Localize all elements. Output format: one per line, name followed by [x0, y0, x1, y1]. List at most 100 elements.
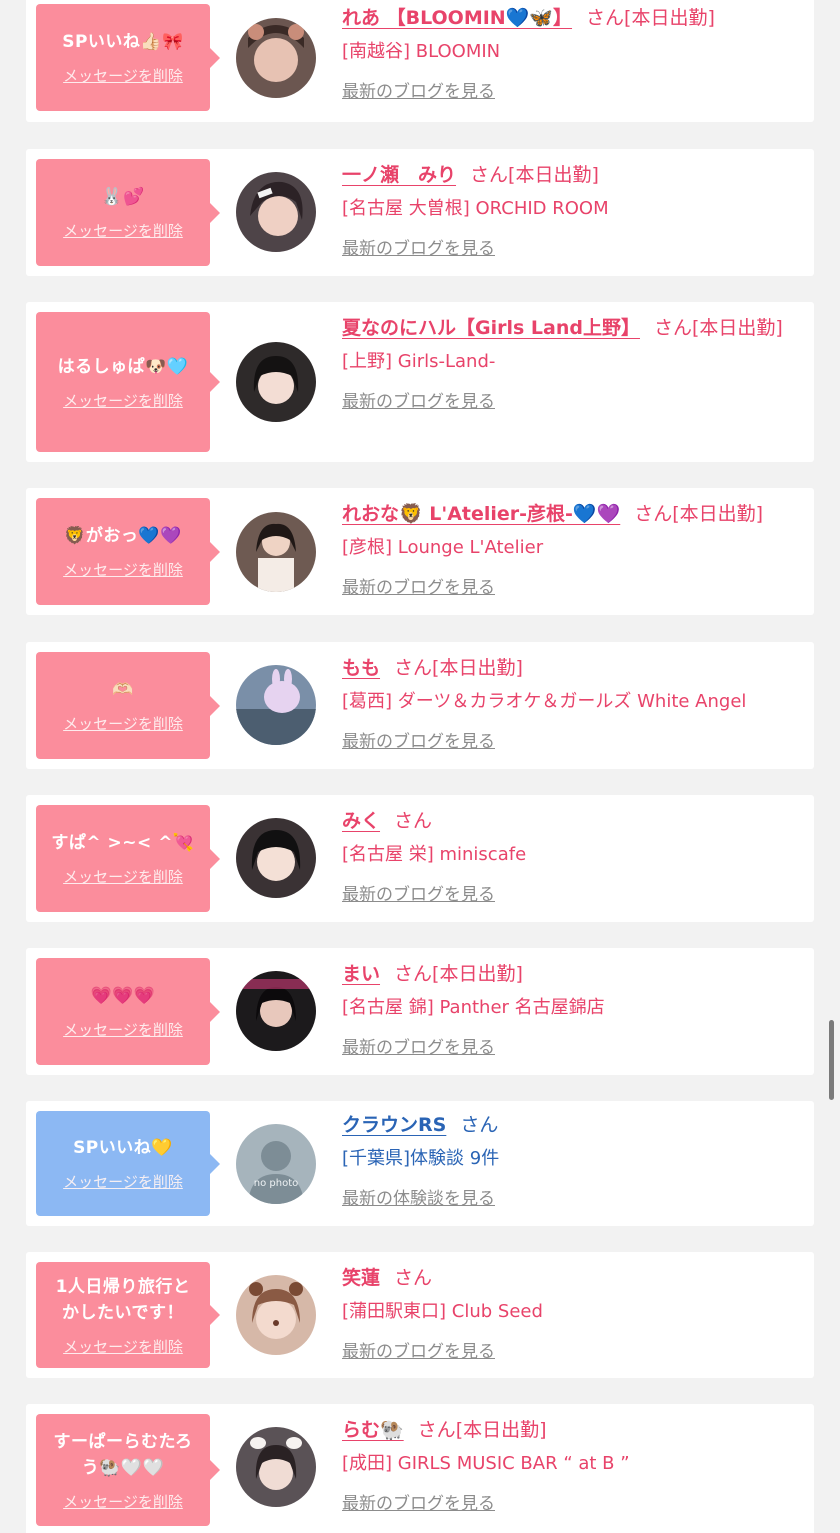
avatar[interactable]: [236, 1275, 316, 1355]
shop-info: [千葉県]体験談 9件: [342, 1148, 500, 1169]
message-text: 💗💗💗: [90, 986, 156, 1006]
delete-message-link[interactable]: メッセージを削除: [63, 220, 183, 241]
honorific: さん: [634, 503, 673, 525]
item-info: まい さん[本日出勤] [名古屋 錦] Panther 名古屋錦店 最新のブログを…: [342, 958, 802, 1062]
list-item: 🫶🏻 メッセージを削除 もも さん[本日出勤] [葛西] ダーツ＆カラオケ＆ガール…: [26, 642, 814, 769]
avatar[interactable]: [236, 665, 316, 745]
list-item: 💗💗💗 メッセージを削除 まい さん[本日出勤] [名古屋 錦] Panther …: [26, 948, 814, 1075]
item-info: もも さん[本日出勤] [葛西] ダーツ＆カラオケ＆ガールズ White Ange…: [342, 652, 802, 756]
avatar[interactable]: [236, 342, 316, 422]
item-info: クラウンRS さん [千葉県]体験談 9件 最新の体験談を見る: [342, 1109, 802, 1213]
delete-message-link[interactable]: メッセージを削除: [63, 1019, 183, 1040]
name-link[interactable]: まい: [342, 963, 380, 985]
work-status: [本日出勤]: [455, 1419, 547, 1441]
honorific: さん: [460, 1114, 499, 1136]
delete-message-link[interactable]: メッセージを削除: [63, 559, 183, 580]
scrollbar[interactable]: [829, 1020, 834, 1100]
honorific: さん: [394, 810, 433, 832]
item-info: 夏なのにハル【Girls Land上野】 さん[本日出勤] [上野] Girls-…: [342, 312, 802, 416]
message-text: すぱ^ >~< ^💘: [51, 833, 195, 853]
message-bubble: はるしゅぱ🐶🩵 メッセージを削除: [36, 312, 220, 452]
work-status: [本日出勤]: [672, 503, 764, 525]
item-info: 笑蓮 さん [蒲田駅東口] Club Seed 最新のブログを見る: [342, 1262, 802, 1366]
latest-blog-link[interactable]: 最新のブログを見る: [342, 235, 495, 263]
latest-blog-link[interactable]: 最新のブログを見る: [342, 1338, 495, 1366]
shop-info: [名古屋 大曽根] ORCHID ROOM: [342, 198, 609, 219]
latest-blog-link[interactable]: 最新のブログを見る: [342, 388, 495, 416]
delete-message-link[interactable]: メッセージを削除: [63, 1171, 183, 1192]
message-text: 🦁がおっ💙💜: [64, 526, 182, 546]
shop-info: [名古屋 栄] miniscafe: [342, 844, 527, 865]
name-link[interactable]: らむ🐏: [342, 1419, 404, 1441]
latest-blog-link[interactable]: 最新のブログを見る: [342, 1490, 495, 1518]
avatar[interactable]: [236, 818, 316, 898]
message-text: 1人日帰り旅行とかしたいです！: [55, 1276, 191, 1323]
no-photo-text: no photo: [254, 1178, 298, 1189]
name-link[interactable]: れあ 【BLOOMIN💙🦋】: [342, 7, 572, 29]
work-status: [本日出勤]: [508, 164, 599, 186]
list-item: 🦁がおっ💙💜 メッセージを削除 れおな🦁 L'Atelier-彦根-💙💜 さん[本…: [26, 488, 814, 615]
latest-blog-link[interactable]: 最新のブログを見る: [342, 78, 495, 106]
work-status: [本日出勤]: [624, 7, 715, 29]
message-text: はるしゅぱ🐶🩵: [57, 356, 189, 377]
delete-message-link[interactable]: メッセージを削除: [63, 1491, 183, 1512]
message-bubble: 🫶🏻 メッセージを削除: [36, 652, 220, 759]
message-bubble: すーぱーらむたろう🐏🤍🤍 メッセージを削除: [36, 1414, 220, 1526]
honorific: さん: [653, 317, 692, 339]
work-status: [本日出勤]: [692, 317, 783, 339]
item-info: みく さん [名古屋 栄] miniscafe 最新のブログを見る: [342, 805, 802, 909]
message-text: SPいいね👍🏻🎀: [62, 32, 184, 52]
list-item: 1人日帰り旅行とかしたいです！ メッセージを削除 笑蓮 さん [蒲田駅東口] Cl…: [26, 1252, 814, 1378]
shop-info: [蒲田駅東口] Club Seed: [342, 1301, 543, 1322]
work-status: [本日出勤]: [432, 657, 523, 679]
list-item: はるしゅぱ🐶🩵 メッセージを削除 夏なのにハル【Girls Land上野】 さん[…: [26, 302, 814, 462]
latest-blog-link[interactable]: 最新のブログを見る: [342, 1034, 495, 1062]
list-item: すぱ^ >~< ^💘 メッセージを削除 みく さん [名古屋 栄] minisca…: [26, 795, 814, 922]
avatar[interactable]: no photo: [236, 1124, 316, 1204]
delete-message-link[interactable]: メッセージを削除: [63, 65, 183, 86]
message-bubble: 🐰💕 メッセージを削除: [36, 159, 220, 266]
delete-message-link[interactable]: メッセージを削除: [63, 1336, 183, 1357]
message-bubble: 🦁がおっ💙💜 メッセージを削除: [36, 498, 220, 605]
message-text: 🐰💕: [101, 187, 145, 207]
name-link[interactable]: 夏なのにハル【Girls Land上野】: [342, 317, 640, 339]
delete-message-link[interactable]: メッセージを削除: [63, 390, 183, 411]
shop-info: [彦根] Lounge L'Atelier: [342, 537, 544, 558]
latest-blog-link[interactable]: 最新のブログを見る: [342, 728, 495, 756]
avatar[interactable]: [236, 971, 316, 1051]
avatar[interactable]: [236, 512, 316, 592]
honorific: さん: [394, 657, 433, 679]
name-link[interactable]: もも: [342, 657, 380, 679]
item-info: れおな🦁 L'Atelier-彦根-💙💜 さん[本日出勤] [彦根] Lounge…: [342, 498, 802, 602]
latest-blog-link[interactable]: 最新のブログを見る: [342, 574, 495, 602]
message-bubble: すぱ^ >~< ^💘 メッセージを削除: [36, 805, 220, 912]
name-link[interactable]: 一ノ瀬 みり: [342, 164, 456, 186]
honorific: さん: [586, 7, 625, 29]
shop-info: [南越谷] BLOOMIN: [342, 41, 501, 62]
message-text: SPいいね💛: [73, 1138, 173, 1158]
name-link[interactable]: みく: [342, 810, 380, 832]
honorific: さん: [394, 963, 433, 985]
list-item: SPいいね👍🏻🎀 メッセージを削除 れあ 【BLOOMIN💙🦋】 さん[本日出勤]…: [26, 0, 814, 122]
avatar[interactable]: [236, 18, 316, 98]
honorific: さん: [470, 164, 509, 186]
delete-message-link[interactable]: メッセージを削除: [63, 713, 183, 734]
message-bubble: SPいいね💛 メッセージを削除: [36, 1111, 220, 1216]
avatar[interactable]: [236, 1427, 316, 1507]
message-text: すーぱーらむたろう🐏🤍🤍: [53, 1431, 193, 1478]
latest-blog-link[interactable]: 最新のブログを見る: [342, 881, 495, 909]
name-text[interactable]: 笑蓮: [342, 1267, 380, 1289]
shop-info: [上野] Girls-Land-: [342, 351, 496, 372]
latest-review-link[interactable]: 最新の体験談を見る: [342, 1185, 495, 1213]
avatar[interactable]: [236, 172, 316, 252]
delete-message-link[interactable]: メッセージを削除: [63, 866, 183, 887]
honorific: さん: [394, 1267, 433, 1289]
message-bubble: 💗💗💗 メッセージを削除: [36, 958, 220, 1065]
message-text: 🫶🏻: [112, 680, 134, 700]
name-link[interactable]: れおな🦁 L'Atelier-彦根-💙💜: [342, 503, 620, 525]
item-info: れあ 【BLOOMIN💙🦋】 さん[本日出勤] [南越谷] BLOOMIN 最新の…: [342, 2, 802, 106]
list-item: 🐰💕 メッセージを削除 一ノ瀬 みり さん[本日出勤] [名古屋 大曽根] ORC…: [26, 149, 814, 276]
name-link[interactable]: クラウンRS: [342, 1114, 446, 1136]
shop-info: [葛西] ダーツ＆カラオケ＆ガールズ White Angel: [342, 691, 747, 712]
work-status: [本日出勤]: [432, 963, 523, 985]
